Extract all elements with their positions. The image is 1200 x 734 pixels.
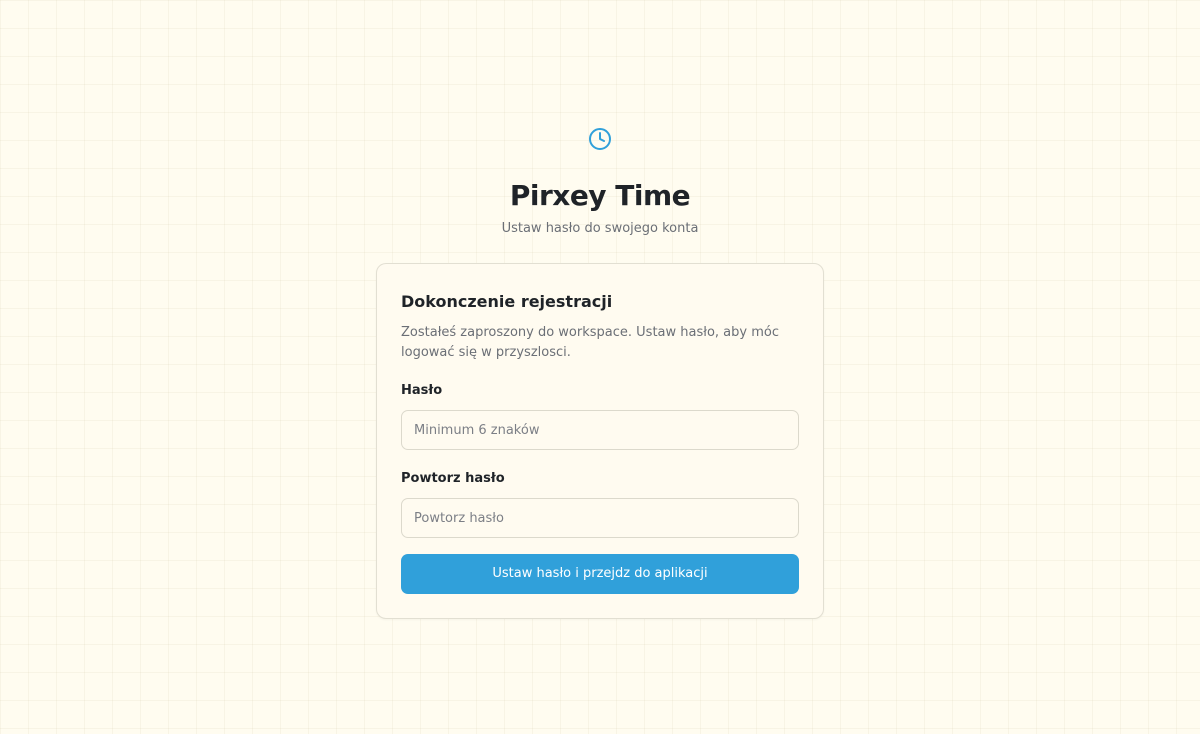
clock-icon — [588, 127, 612, 151]
registration-page: Pirxey Time Ustaw hasło do swojego konta… — [0, 0, 1200, 734]
repeat-password-field[interactable] — [401, 498, 799, 538]
app-title: Pirxey Time — [509, 179, 691, 212]
registration-card: Dokonczenie rejestracji Zostałeś zaprosz… — [376, 263, 824, 619]
password-label: Hasło — [401, 383, 443, 398]
repeat-password-label: Powtorz hasło — [401, 471, 505, 486]
app-subtitle: Ustaw hasło do swojego konta — [501, 221, 699, 236]
card-title: Dokonczenie rejestracji — [401, 292, 613, 311]
password-field[interactable] — [401, 410, 799, 450]
submit-button[interactable]: Ustaw hasło i przejdz do aplikacji — [401, 554, 799, 594]
card-description: Zostałeś zaproszony do workspace. Ustaw … — [401, 325, 779, 360]
